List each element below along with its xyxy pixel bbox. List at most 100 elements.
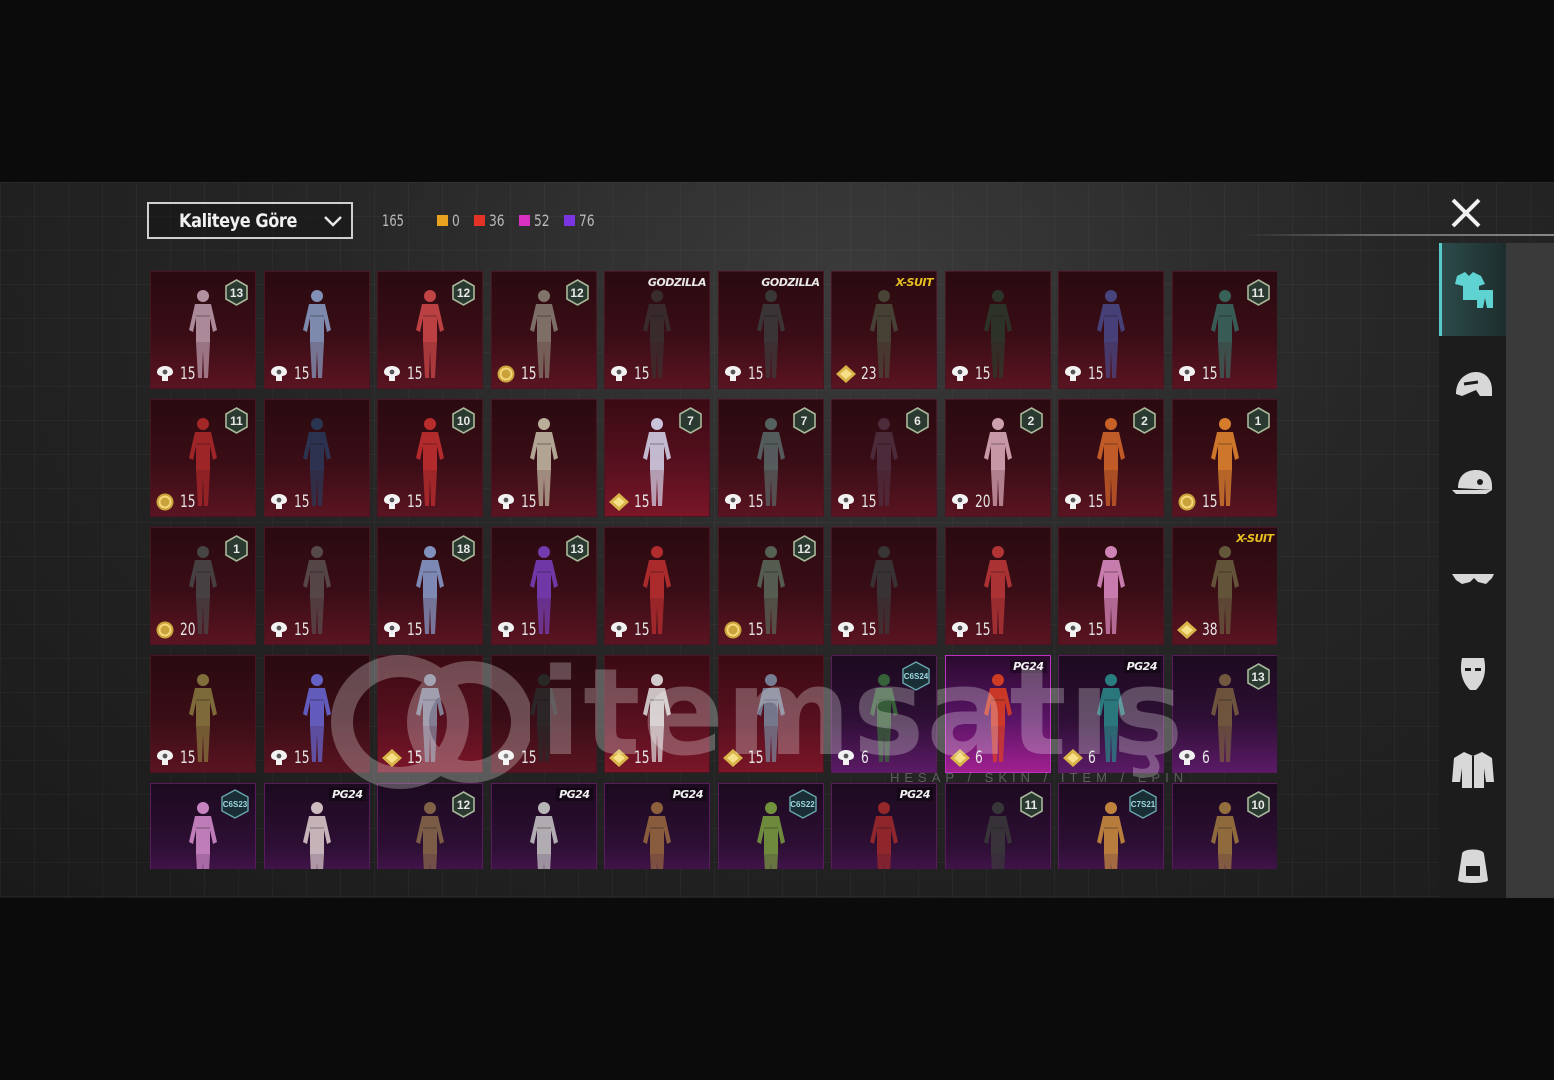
ag-currency-icon (157, 366, 173, 381)
count-legendary: 0 (437, 211, 461, 230)
close-icon[interactable] (1447, 194, 1485, 232)
item-tile[interactable]: X-SUIT 38 (1171, 527, 1277, 645)
ag-currency-icon (611, 366, 627, 381)
sidebar-item-helmet[interactable] (1439, 339, 1506, 432)
item-tile[interactable]: 15 (1058, 271, 1164, 389)
item-cost: 15 (381, 363, 426, 385)
item-tile[interactable]: 15 (944, 271, 1051, 389)
item-tile[interactable]: 7 15 (717, 399, 824, 517)
item-tile[interactable]: 10 15 (377, 399, 483, 517)
total-count: 165 (382, 210, 404, 230)
backpack-icon (1457, 849, 1488, 883)
item-cost: 20 (949, 491, 994, 513)
item-tile[interactable]: 12 (377, 783, 483, 869)
item-tile[interactable]: 13 15 (150, 271, 256, 389)
item-tile[interactable]: PG24 6 (944, 655, 1051, 773)
item-tile[interactable]: 13 15 (490, 527, 597, 645)
item-tile[interactable]: 15 (150, 655, 256, 773)
sidebar-item-outfit[interactable] (1439, 243, 1506, 336)
item-tile[interactable]: 15 (490, 655, 597, 773)
item-tile[interactable]: X-SUIT 23 (831, 271, 937, 389)
premium-crate-icon (609, 493, 629, 511)
item-tile[interactable]: 2 15 (1058, 399, 1164, 517)
outfit-figure (416, 802, 444, 869)
item-cost: 15 (949, 363, 994, 385)
sidebar-item-jacket[interactable] (1439, 723, 1506, 816)
rare-swatch (564, 214, 576, 226)
item-tile[interactable]: 15 (604, 655, 710, 773)
outfit-figure (643, 802, 671, 869)
item-tile[interactable]: 11 15 (150, 399, 256, 517)
item-tile[interactable]: C6S24 6 (831, 655, 937, 773)
item-tile[interactable]: 2 20 (944, 399, 1051, 517)
xsuit-badge: X-SUIT (1236, 532, 1274, 545)
pg-badge: PG24 (896, 788, 933, 801)
item-tile[interactable]: C7S21 (1058, 783, 1164, 869)
item-cost: 15 (495, 747, 540, 769)
item-grid: 13 15 15 12 15 12 15 GODZILLA 15 GODZILLA 15 X-SUIT… (150, 271, 1277, 869)
item-tile[interactable]: PG24 (831, 783, 937, 869)
item-tile[interactable]: 15 (717, 655, 824, 773)
pg-badge: PG24 (669, 788, 706, 801)
item-tile[interactable]: 12 15 (717, 527, 824, 645)
item-tile[interactable]: PG24 (604, 783, 710, 869)
item-tile[interactable]: 13 6 (1171, 655, 1277, 773)
item-tile[interactable]: 11 15 (1171, 271, 1277, 389)
outfit-figure (302, 802, 331, 869)
item-cost: 15 (722, 747, 767, 769)
item-tile[interactable]: PG24 (263, 783, 370, 869)
item-tile[interactable]: 15 (263, 527, 370, 645)
item-tile[interactable]: 18 15 (377, 527, 483, 645)
premium-crate-icon (836, 365, 856, 383)
item-tile[interactable]: 15 (263, 399, 370, 517)
count-rare: 76 (564, 211, 597, 230)
item-tile[interactable]: 12 15 (490, 271, 597, 389)
season-badge: C7S21 (1128, 789, 1158, 819)
item-tile[interactable]: 15 (1058, 527, 1164, 645)
level-badge: 2 (1019, 407, 1044, 434)
item-cost: 15 (381, 491, 426, 513)
sidebar-item-glasses[interactable] (1439, 531, 1506, 624)
item-tile[interactable]: 10 (1171, 783, 1277, 869)
item-tile[interactable]: PG24 (490, 783, 597, 869)
level-badge: 12 (451, 279, 476, 306)
item-cost: 15 (268, 619, 313, 641)
level-badge: 1 (1246, 407, 1271, 434)
item-cost: 6 (949, 747, 985, 769)
item-tile[interactable]: GODZILLA 15 (717, 271, 824, 389)
item-tile[interactable]: 15 (490, 399, 597, 517)
item-tile[interactable]: 15 (831, 527, 937, 645)
sidebar-item-cap[interactable] (1439, 435, 1506, 528)
bp-coin-icon (156, 621, 174, 639)
item-cost: 6 (835, 747, 871, 769)
ag-currency-icon (270, 622, 287, 637)
item-tile[interactable]: 15 (263, 271, 370, 389)
item-tile[interactable]: 6 15 (831, 399, 937, 517)
item-tile[interactable]: 15 (944, 527, 1051, 645)
level-badge: 6 (905, 407, 930, 434)
glasses-icon (1451, 573, 1494, 584)
outfit-figure (529, 802, 558, 869)
item-tile[interactable]: C6S23 (150, 783, 256, 869)
sort-dropdown[interactable]: Kaliteye Göre (147, 202, 353, 239)
item-tile[interactable]: 7 15 (604, 399, 710, 517)
item-tile[interactable]: GODZILLA 15 (604, 271, 710, 389)
item-tile[interactable]: 1 15 (1171, 399, 1277, 517)
sidebar-backdrop (1506, 243, 1554, 898)
item-tile[interactable]: C6S22 (717, 783, 824, 869)
sidebar-item-backpack[interactable] (1439, 819, 1506, 898)
item-tile[interactable]: 11 (944, 783, 1051, 869)
season-badge: C6S23 (220, 789, 250, 819)
ag-currency-icon (497, 494, 514, 509)
item-cost: 15 (608, 491, 653, 513)
item-tile[interactable]: 15 (263, 655, 370, 773)
level-badge: 11 (1019, 791, 1044, 818)
item-tile[interactable]: 12 15 (377, 271, 483, 389)
item-tile[interactable]: PG24 6 (1058, 655, 1164, 773)
item-tile[interactable]: 15 (604, 527, 710, 645)
item-tile[interactable]: 15 (377, 655, 483, 773)
sidebar-item-mask[interactable] (1439, 627, 1506, 720)
item-cost: 15 (608, 747, 653, 769)
item-tile[interactable]: 1 20 (150, 527, 256, 645)
premium-crate-icon (382, 749, 402, 767)
